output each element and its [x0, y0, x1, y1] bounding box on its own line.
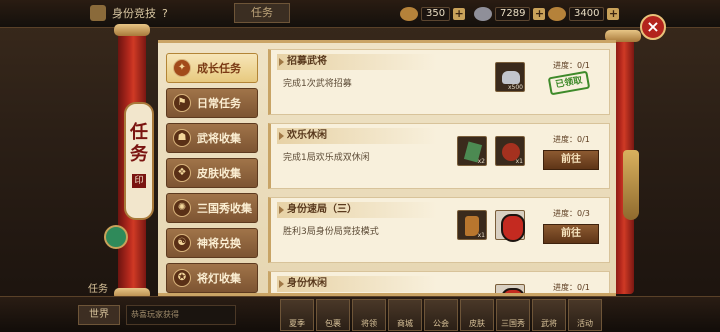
seal-icon: 印: [132, 174, 146, 188]
tab-god-hero-exchange[interactable]: ☯ 神将兑换: [166, 228, 258, 258]
resource-gold: 3400 +: [548, 6, 620, 22]
reward-qty: x1: [477, 232, 485, 239]
claimed-stamp: 已领取: [547, 70, 591, 96]
reward-silver-icon[interactable]: x500: [495, 62, 525, 92]
scroll-cap: [114, 24, 150, 36]
add-gold-button[interactable]: +: [607, 8, 620, 20]
resource-ingot: 350 +: [400, 6, 466, 22]
reward-qty: x1: [515, 232, 523, 239]
add-ingot-button[interactable]: +: [453, 8, 466, 20]
task-progress: 进度：0/1: [553, 283, 590, 292]
task-name: 身份休闲: [277, 276, 437, 292]
tab-growth[interactable]: ✦ 成长任务: [166, 53, 258, 83]
task-tab[interactable]: 任务: [234, 3, 290, 23]
resource-value: 350: [421, 7, 451, 21]
nav-summer[interactable]: 夏季: [280, 299, 314, 331]
nav-generals[interactable]: 将领: [352, 299, 386, 331]
task-category-tabs: ✦ 成长任务 ⚑ 日常任务 ☗ 武将收集 ❖ 皮肤收集 ✺ 三国秀收集 ☯ 神将…: [166, 53, 258, 293]
flame-icon: ✺: [173, 199, 191, 217]
close-button[interactable]: ×: [640, 14, 666, 40]
nav-bag[interactable]: 包裹: [316, 299, 350, 331]
ingot-icon: [400, 7, 418, 21]
mode-title: 身份竞技: [112, 7, 156, 20]
resource-silver: 7289 +: [474, 6, 546, 22]
nav-guild[interactable]: 公会: [424, 299, 458, 331]
tab-daily[interactable]: ⚑ 日常任务: [166, 88, 258, 118]
reward-qty: x1: [515, 158, 523, 165]
growth-icon: ✦: [173, 59, 191, 77]
help-icon[interactable]: ?: [162, 7, 168, 20]
go-button[interactable]: 前往: [543, 224, 599, 244]
silver-icon: [474, 7, 492, 21]
resource-value: 7289: [495, 7, 531, 21]
task-name: 欢乐休闲: [277, 128, 437, 144]
nav-shop[interactable]: 商城: [388, 299, 422, 331]
banner-char: 任: [130, 122, 148, 143]
reward-mask-icon[interactable]: [495, 284, 525, 293]
armor-icon: ❖: [173, 164, 191, 182]
bottom-nav: 夏季 包裹 将领 商城 公会 皮肤 三国秀 武将 活动: [280, 299, 602, 331]
task-panel: ✦ 成长任务 ⚑ 日常任务 ☗ 武将收集 ❖ 皮肤收集 ✺ 三国秀收集 ☯ 神将…: [158, 40, 616, 296]
reward-item-icon[interactable]: x1: [495, 136, 525, 166]
task-card: 欢乐休闲 完成1局欢乐成双休闲 x2 x1 进度：0/1 前往: [268, 123, 610, 189]
task-name: 身份速局（三）: [277, 202, 437, 218]
task-list: 招募武将 完成1次武将招募 x500 进度：0/1 已领取 欢乐休闲 完成1局欢…: [268, 49, 610, 293]
tab-hero-collection[interactable]: ☗ 武将收集: [166, 123, 258, 153]
mode-icon: [90, 5, 106, 21]
lantern-icon: ✪: [173, 269, 191, 287]
task-label[interactable]: 任务: [88, 280, 108, 295]
task-description: 胜利3局身份局竞技模式: [283, 227, 379, 237]
task-progress: 进度：0/3: [553, 209, 590, 218]
task-progress: 进度：0/1: [553, 61, 590, 70]
chat-ticker[interactable]: 恭喜玩家获得: [126, 305, 236, 325]
tab-label: 三国秀收集: [197, 202, 252, 215]
task-description: 完成1局欢乐成双休闲: [283, 153, 370, 163]
top-bar: 身份竞技 ? 任务 350 + 7289 + 3400 +: [0, 0, 720, 28]
reward-qty: x500: [507, 84, 523, 91]
nav-skin[interactable]: 皮肤: [460, 299, 494, 331]
banner-char: 务: [130, 144, 148, 165]
tab-label: 武将收集: [197, 132, 241, 145]
task-title-banner: 任 务 印: [124, 102, 154, 220]
gold-icon: [548, 7, 566, 21]
task-name: 招募武将: [277, 54, 437, 70]
reward-item-icon[interactable]: x1: [457, 210, 487, 240]
tassel-decoration: [623, 150, 639, 220]
resource-value: 3400: [569, 7, 605, 21]
tab-label: 日常任务: [197, 97, 241, 110]
nav-sanguoxiu[interactable]: 三国秀: [496, 299, 530, 331]
task-description: 完成1次武将招募: [283, 79, 352, 89]
tab-lantern-collection[interactable]: ✪ 将灯收集: [166, 263, 258, 293]
world-chat-button[interactable]: 世界: [78, 305, 120, 325]
task-card: 招募武将 完成1次武将招募 x500 进度：0/1 已领取: [268, 49, 610, 115]
task-progress: 进度：0/1: [553, 135, 590, 144]
tab-sanguoxiu-collection[interactable]: ✺ 三国秀收集: [166, 193, 258, 223]
go-button[interactable]: 前往: [543, 150, 599, 170]
add-silver-button[interactable]: +: [533, 8, 546, 20]
tab-label: 成长任务: [197, 62, 241, 75]
nav-heroes[interactable]: 武将: [532, 299, 566, 331]
reward-mask-icon[interactable]: x1: [495, 210, 525, 242]
tab-label: 神将兑换: [197, 237, 241, 250]
tab-skin-collection[interactable]: ❖ 皮肤收集: [166, 158, 258, 188]
nav-events[interactable]: 活动: [568, 299, 602, 331]
reward-qty: x2: [477, 158, 485, 165]
task-card: 身份速局（三） 胜利3局身份局竞技模式 x1 x1 进度：0/3 前往: [268, 197, 610, 263]
flag-icon: ⚑: [173, 94, 191, 112]
task-card: 身份休闲 进度：0/1: [268, 271, 610, 293]
hero-icon: ☯: [173, 234, 191, 252]
tab-label: 皮肤收集: [197, 167, 241, 180]
side-button-icon[interactable]: [104, 225, 128, 249]
mode-title-area: 身份竞技 ?: [90, 5, 168, 21]
bottom-bar: 世界 恭喜玩家获得 夏季 包裹 将领 商城 公会 皮肤 三国秀 武将 活动: [0, 296, 720, 332]
reward-item-icon[interactable]: x2: [457, 136, 487, 166]
helmet-icon: ☗: [173, 129, 191, 147]
tab-label: 将灯收集: [197, 272, 241, 285]
